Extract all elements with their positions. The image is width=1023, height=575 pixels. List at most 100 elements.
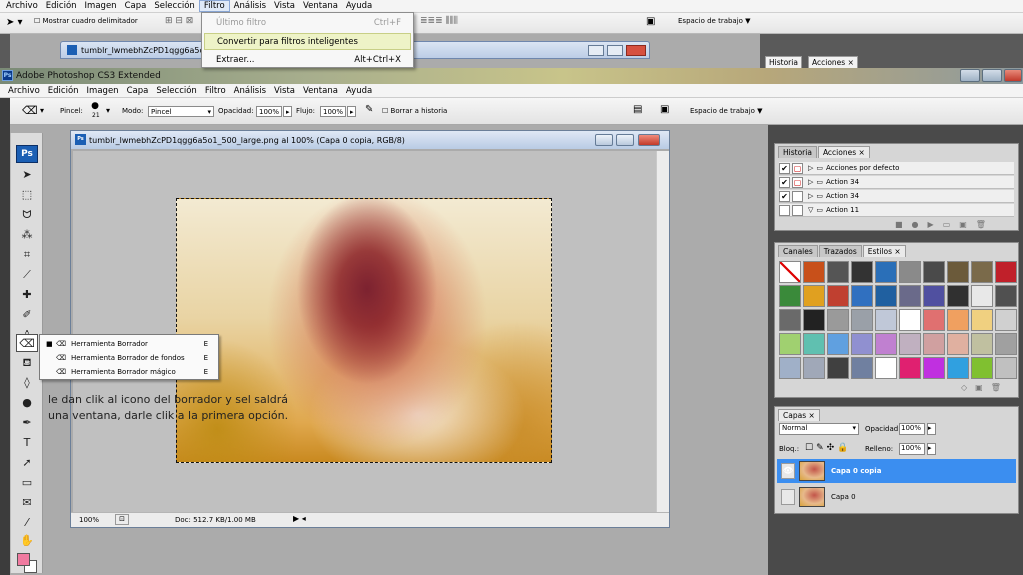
blend-mode-select[interactable]: Normal ▾	[779, 423, 859, 435]
hand-tool-icon[interactable]: ✋	[16, 532, 38, 550]
bg-menu-seleccion[interactable]: Selección	[150, 1, 199, 11]
status-menu-icon[interactable]: ⊡	[115, 514, 129, 525]
style-swatch[interactable]	[971, 333, 993, 355]
menu-vista[interactable]: Vista	[270, 86, 299, 96]
dialog-toggle-icon[interactable]	[792, 204, 803, 216]
layer-row[interactable]: Capa 0	[777, 485, 1016, 509]
style-swatch[interactable]	[779, 309, 801, 331]
zoom-level[interactable]: 100%	[79, 516, 99, 524]
flyout-item-borrador[interactable]: ■ ⌫ Herramienta Borrador E	[46, 337, 212, 351]
tab-historia[interactable]: Historia	[778, 146, 817, 158]
menu-imagen[interactable]: Imagen	[83, 86, 123, 96]
style-swatch[interactable]	[947, 261, 969, 283]
preset-dropdown-arrow[interactable]: ▾	[40, 106, 44, 115]
bg-menu-capa[interactable]: Capa	[121, 1, 151, 11]
status-arrow-icon[interactable]: ▶ ◂	[293, 514, 306, 523]
action-row[interactable]: ▽ ▭ Action 11	[779, 204, 1014, 217]
style-swatch[interactable]	[995, 333, 1017, 355]
flujo-slider-button[interactable]: ▸	[347, 106, 356, 117]
doc-close-button[interactable]	[638, 134, 660, 146]
style-swatch[interactable]	[827, 309, 849, 331]
tab-capas[interactable]: Capas ×	[778, 409, 820, 421]
style-swatch[interactable]	[971, 357, 993, 379]
bg-bridge-icon[interactable]: ▣	[646, 16, 655, 27]
style-swatch[interactable]	[947, 309, 969, 331]
bg-menu-imagen[interactable]: Imagen	[81, 1, 121, 11]
menu-item-extraer[interactable]: Extraer... Alt+Ctrl+X	[204, 51, 411, 68]
check-icon[interactable]: ✔	[779, 162, 790, 174]
paint-bucket-icon[interactable]: ⛾	[16, 354, 38, 372]
eye-icon[interactable]: 👁	[781, 463, 795, 479]
styles-controls[interactable]: ◇▣🗑	[961, 383, 1009, 392]
style-swatch[interactable]	[875, 309, 897, 331]
flyout-item-borrador-magico[interactable]: ⌫ Herramienta Borrador mágico E	[46, 365, 212, 379]
style-swatch[interactable]	[995, 309, 1017, 331]
style-swatch[interactable]	[899, 261, 921, 283]
bg-menu-vista[interactable]: Vista	[270, 1, 299, 11]
style-swatch[interactable]	[851, 261, 873, 283]
blur-tool-icon[interactable]: ◊	[16, 374, 38, 392]
crop-tool-icon[interactable]: ⌗	[16, 246, 38, 264]
style-swatch[interactable]	[995, 285, 1017, 307]
eyedropper-icon[interactable]: ⁄	[16, 514, 38, 532]
style-swatch[interactable]	[971, 261, 993, 283]
dialog-toggle-icon[interactable]	[792, 190, 803, 202]
collapse-arrow-icon[interactable]: ▽	[808, 206, 813, 214]
menu-edicion[interactable]: Edición	[44, 86, 83, 96]
align-icons[interactable]: ⊞ ⊟ ⊠	[165, 16, 193, 26]
style-swatch[interactable]	[923, 333, 945, 355]
style-swatch[interactable]	[875, 261, 897, 283]
style-swatch[interactable]	[803, 309, 825, 331]
style-swatch[interactable]	[779, 261, 801, 283]
expand-arrow-icon[interactable]: ▷	[808, 178, 813, 186]
tab-trazados[interactable]: Trazados	[818, 245, 862, 257]
close-button[interactable]	[1004, 69, 1022, 82]
style-swatch[interactable]	[899, 285, 921, 307]
style-swatch[interactable]	[899, 357, 921, 379]
style-swatch[interactable]	[779, 357, 801, 379]
action-row[interactable]: ✔ ▷ ▭ Action 34	[779, 190, 1014, 203]
shape-tool-icon[interactable]: ▭	[16, 474, 38, 492]
check-icon[interactable]: ✔	[779, 190, 790, 202]
menu-seleccion[interactable]: Selección	[152, 86, 201, 96]
bg-tab-historia[interactable]: Historia	[765, 56, 802, 68]
doc-maximize-button[interactable]	[616, 134, 634, 146]
style-swatch[interactable]	[923, 309, 945, 331]
photoshop-logo[interactable]: Ps	[16, 145, 38, 163]
minimize-button[interactable]	[960, 69, 980, 82]
layer-row[interactable]: 👁 Capa 0 copia	[777, 459, 1016, 483]
bg-maximize-button[interactable]	[607, 45, 623, 56]
brush-preview[interactable]: ●	[90, 101, 100, 111]
dialog-toggle-icon[interactable]: ▢	[792, 162, 803, 174]
move-tool-icon[interactable]: ➤	[16, 166, 38, 184]
check-icon[interactable]: ✔	[779, 176, 790, 188]
dodge-tool-icon[interactable]: ●	[16, 394, 38, 412]
style-swatch[interactable]	[803, 285, 825, 307]
borrar-historia-checkbox[interactable]: ☐ Borrar a historia	[382, 107, 447, 115]
menu-ventana[interactable]: Ventana	[299, 86, 342, 96]
style-swatch[interactable]	[923, 357, 945, 379]
menu-item-ultimo-filtro[interactable]: Último filtro Ctrl+F	[204, 14, 411, 31]
bridge-icon[interactable]: ▣	[660, 104, 669, 115]
style-swatch[interactable]	[803, 357, 825, 379]
actions-controls[interactable]: ■●▶▭▣🗑	[895, 220, 995, 229]
healing-brush-icon[interactable]: ✚	[16, 286, 38, 304]
style-swatch[interactable]	[803, 333, 825, 355]
bg-minimize-button[interactable]	[588, 45, 604, 56]
tab-canales[interactable]: Canales	[778, 245, 818, 257]
style-swatch[interactable]	[875, 285, 897, 307]
vertical-scrollbar[interactable]	[656, 151, 669, 512]
style-swatch[interactable]	[947, 285, 969, 307]
style-swatch[interactable]	[899, 333, 921, 355]
style-swatch[interactable]	[875, 357, 897, 379]
opacidad-input[interactable]: 100%	[256, 106, 282, 117]
pen-tool-icon[interactable]: ✒	[16, 414, 38, 432]
style-swatch[interactable]	[779, 333, 801, 355]
style-swatch[interactable]	[971, 285, 993, 307]
distribute-icons[interactable]: ≣≣≣ ⫼⫼⫼	[420, 16, 458, 26]
bg-menu-edicion[interactable]: Edición	[42, 1, 81, 11]
style-swatch[interactable]	[875, 333, 897, 355]
action-row[interactable]: ✔ ▢ ▷ ▭ Acciones por defecto	[779, 162, 1014, 175]
expand-arrow-icon[interactable]: ▷	[808, 164, 813, 172]
notes-tool-icon[interactable]: ✉	[16, 494, 38, 512]
